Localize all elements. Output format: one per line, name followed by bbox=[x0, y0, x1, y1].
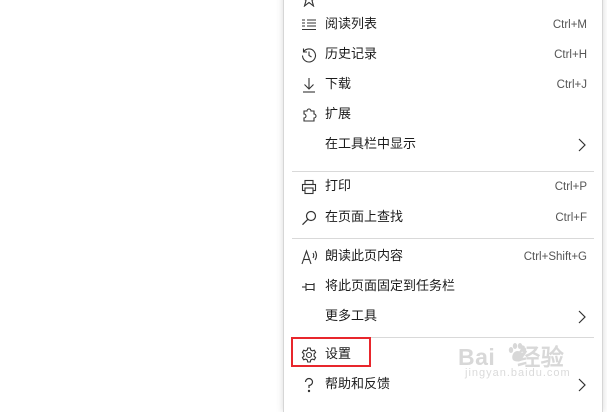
menu-item-pin-to-taskbar[interactable]: 将此页面固定到任务栏 bbox=[284, 272, 602, 302]
history-icon bbox=[301, 47, 317, 63]
menu-item-reading-list[interactable]: 阅读列表 Ctrl+M bbox=[284, 10, 602, 40]
menu-item-shortcut: Ctrl+Shift+G bbox=[523, 251, 587, 263]
menu-item-history[interactable]: 历史记录 Ctrl+H bbox=[284, 40, 602, 70]
menu-item-shortcut: Ctrl+J bbox=[556, 79, 587, 91]
menu-item-label: 打印 bbox=[325, 179, 352, 194]
menu-item-print[interactable]: 打印 Ctrl+P bbox=[284, 172, 602, 202]
chevron-right-icon bbox=[577, 310, 587, 324]
menu-item-label: 扩展 bbox=[325, 107, 352, 122]
read-aloud-icon bbox=[301, 249, 318, 265]
paw-icon bbox=[506, 342, 528, 368]
download-icon bbox=[301, 77, 317, 93]
menu-item-label: 将此页面固定到任务栏 bbox=[325, 279, 456, 294]
menu-item-read-aloud[interactable]: 朗读此页内容 Ctrl+Shift+G bbox=[284, 242, 602, 272]
help-icon bbox=[301, 377, 317, 393]
menu-item-label: 朗读此页内容 bbox=[325, 249, 404, 264]
menu-item-downloads[interactable]: 下载 Ctrl+J bbox=[284, 70, 602, 100]
menu-item-show-in-toolbar[interactable]: 在工具栏中显示 bbox=[284, 130, 602, 160]
menu-separator bbox=[292, 238, 594, 239]
extensions-icon bbox=[301, 107, 317, 123]
watermark-subtext: jingyan.baidu.com bbox=[465, 367, 571, 379]
reading-list-icon bbox=[301, 17, 317, 33]
menu-item-label: 阅读列表 bbox=[325, 17, 378, 32]
menu-item-more-tools[interactable]: 更多工具 bbox=[284, 302, 602, 332]
find-icon bbox=[301, 210, 317, 226]
chevron-right-icon bbox=[577, 138, 587, 152]
favorites-icon bbox=[301, 0, 317, 7]
menu-item-label: 下载 bbox=[325, 77, 352, 92]
menu-item-shortcut: Ctrl+M bbox=[552, 19, 587, 31]
menu-item-shortcut: Ctrl+F bbox=[555, 212, 587, 224]
menu-item-label: 在工具栏中显示 bbox=[325, 137, 417, 152]
menu-item-shortcut: Ctrl+P bbox=[554, 181, 587, 193]
watermark: Bai 经验 jingyan.baidu.com bbox=[458, 338, 588, 390]
pin-icon bbox=[301, 279, 317, 295]
menu-item-shortcut: Ctrl+H bbox=[554, 49, 587, 61]
menu-item-extensions[interactable]: 扩展 bbox=[284, 100, 602, 130]
menu-item-label: 历史记录 bbox=[325, 47, 378, 62]
menu-item-find-on-page[interactable]: 在页面上查找 Ctrl+F bbox=[284, 203, 602, 233]
settings-highlight-box bbox=[291, 337, 371, 367]
menu-item-label: 在页面上查找 bbox=[325, 210, 404, 225]
menu-item-label: 帮助和反馈 bbox=[325, 377, 391, 392]
menu-item-label: 更多工具 bbox=[325, 309, 378, 324]
print-icon bbox=[301, 179, 317, 195]
